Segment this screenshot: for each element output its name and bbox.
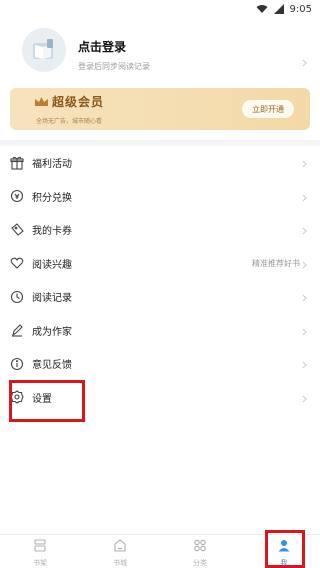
menu-label: 阅读记录 xyxy=(32,293,72,305)
coin-icon xyxy=(10,189,24,203)
chevron-right-icon xyxy=(302,321,308,340)
menu-item-coupons[interactable]: 我的卡券 xyxy=(0,213,320,247)
bookstore-icon xyxy=(113,537,127,556)
tab-me-highlight-box xyxy=(265,530,305,568)
info-icon xyxy=(10,357,24,371)
wifi-icon xyxy=(256,4,268,14)
bookshelf-icon xyxy=(33,537,47,556)
tab-bookshelf[interactable]: 书架 xyxy=(0,535,80,568)
tab-label: 书架 xyxy=(33,558,47,567)
vip-title: 超级会员 xyxy=(52,95,105,109)
heart-icon xyxy=(10,256,24,270)
ticket-icon xyxy=(10,222,24,237)
tab-category[interactable]: 分类 xyxy=(160,535,240,568)
menu-label: 成为作家 xyxy=(32,326,72,338)
menu-label: 福利活动 xyxy=(32,159,72,171)
chevron-right-icon xyxy=(302,153,308,172)
chevron-right-icon xyxy=(302,220,308,239)
menu-item-reading-history[interactable]: 阅读记录 xyxy=(0,280,320,314)
menu-label: 阅读兴趣 xyxy=(32,259,72,271)
book-avatar-icon xyxy=(33,39,53,59)
tab-label: 分类 xyxy=(193,558,207,567)
category-icon xyxy=(193,537,207,556)
gift-icon xyxy=(10,156,24,170)
menu-item-welfare[interactable]: 福利活动 xyxy=(0,146,320,180)
menu-hint: 精准推荐好书 xyxy=(252,258,300,268)
menu-label: 意见反馈 xyxy=(32,360,72,372)
login-subtitle: 登录后同步阅读记录 xyxy=(78,62,150,71)
chevron-right-icon xyxy=(302,52,308,71)
tab-bookstore[interactable]: 书城 xyxy=(80,535,160,568)
chevron-right-icon xyxy=(302,388,308,407)
tab-label: 书城 xyxy=(113,558,127,567)
settings-highlight-box xyxy=(9,380,85,422)
menu-item-feedback[interactable]: 意见反馈 xyxy=(0,347,320,381)
menu-item-points[interactable]: 积分兑换 xyxy=(0,180,320,214)
login-profile[interactable]: 点击登录 登录后同步阅读记录 xyxy=(0,18,320,82)
pen-icon xyxy=(10,323,24,337)
menu-list: 福利活动 积分兑换 我的卡券 阅读兴趣 精准推荐好书 阅读记录 成为作家 意见反… xyxy=(0,146,320,414)
signal-icon xyxy=(273,4,284,14)
vip-subscribe-button[interactable]: 立即开通 xyxy=(242,100,294,118)
login-title[interactable]: 点击登录 xyxy=(78,38,150,55)
chevron-right-icon xyxy=(302,354,308,373)
avatar[interactable] xyxy=(22,28,66,72)
chevron-right-icon xyxy=(302,287,308,306)
menu-label: 积分兑换 xyxy=(32,192,72,204)
chevron-right-icon xyxy=(302,187,308,206)
status-bar: 9:05 xyxy=(0,0,320,18)
crown-icon xyxy=(34,93,49,112)
vip-card[interactable]: 超级会员 全场无广告，城市随心看 立即开通 xyxy=(10,88,310,130)
menu-item-become-writer[interactable]: 成为作家 xyxy=(0,314,320,348)
vip-subtitle: 全场无广告，城市随心看 xyxy=(36,118,103,125)
status-time: 9:05 xyxy=(289,3,312,15)
chevron-right-icon xyxy=(302,254,308,273)
menu-label: 我的卡券 xyxy=(32,226,72,238)
clock-icon xyxy=(10,290,24,304)
menu-item-reading-interest[interactable]: 阅读兴趣 精准推荐好书 xyxy=(0,247,320,281)
